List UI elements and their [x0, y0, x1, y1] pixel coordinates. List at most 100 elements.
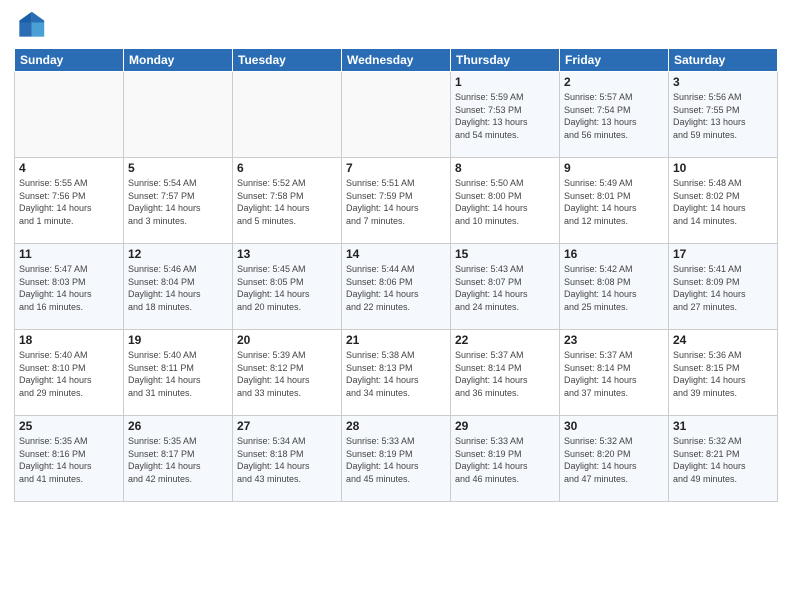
day-info: Sunrise: 5:42 AM Sunset: 8:08 PM Dayligh… [564, 263, 664, 313]
day-info: Sunrise: 5:47 AM Sunset: 8:03 PM Dayligh… [19, 263, 119, 313]
day-info: Sunrise: 5:50 AM Sunset: 8:00 PM Dayligh… [455, 177, 555, 227]
day-info: Sunrise: 5:38 AM Sunset: 8:13 PM Dayligh… [346, 349, 446, 399]
day-info: Sunrise: 5:37 AM Sunset: 8:14 PM Dayligh… [455, 349, 555, 399]
day-info: Sunrise: 5:37 AM Sunset: 8:14 PM Dayligh… [564, 349, 664, 399]
day-number: 6 [237, 161, 337, 175]
day-info: Sunrise: 5:44 AM Sunset: 8:06 PM Dayligh… [346, 263, 446, 313]
col-header-wednesday: Wednesday [342, 49, 451, 72]
calendar-week-4: 18Sunrise: 5:40 AM Sunset: 8:10 PM Dayli… [15, 330, 778, 416]
day-number: 15 [455, 247, 555, 261]
calendar-cell: 10Sunrise: 5:48 AM Sunset: 8:02 PM Dayli… [669, 158, 778, 244]
calendar-cell: 18Sunrise: 5:40 AM Sunset: 8:10 PM Dayli… [15, 330, 124, 416]
day-info: Sunrise: 5:33 AM Sunset: 8:19 PM Dayligh… [455, 435, 555, 485]
day-info: Sunrise: 5:48 AM Sunset: 8:02 PM Dayligh… [673, 177, 773, 227]
day-info: Sunrise: 5:49 AM Sunset: 8:01 PM Dayligh… [564, 177, 664, 227]
col-header-tuesday: Tuesday [233, 49, 342, 72]
calendar-cell: 9 Sunrise: 5:49 AM Sunset: 8:01 PM Daylig… [560, 158, 669, 244]
day-number: 23 [564, 333, 664, 347]
calendar-cell [233, 72, 342, 158]
day-number: 24 [673, 333, 773, 347]
day-number: 13 [237, 247, 337, 261]
calendar-cell: 5 Sunrise: 5:54 AM Sunset: 7:57 PM Daylig… [124, 158, 233, 244]
day-number: 29 [455, 419, 555, 433]
day-info: Sunrise: 5:40 AM Sunset: 8:11 PM Dayligh… [128, 349, 228, 399]
day-info: Sunrise: 5:55 AM Sunset: 7:56 PM Dayligh… [19, 177, 119, 227]
day-number: 31 [673, 419, 773, 433]
calendar-cell: 19 Sunrise: 5:40 AM Sunset: 8:11 PM Dayli… [124, 330, 233, 416]
day-info: Sunrise: 5:59 AM Sunset: 7:53 PM Dayligh… [455, 91, 555, 141]
day-number: 27 [237, 419, 337, 433]
day-info: Sunrise: 5:39 AM Sunset: 8:12 PM Dayligh… [237, 349, 337, 399]
day-info: Sunrise: 5:34 AM Sunset: 8:18 PM Dayligh… [237, 435, 337, 485]
calendar-cell: 29 Sunrise: 5:33 AM Sunset: 8:19 PM Dayli… [451, 416, 560, 502]
day-number: 11 [19, 247, 119, 261]
day-number: 26 [128, 419, 228, 433]
calendar-cell: 31 Sunrise: 5:32 AM Sunset: 8:21 PM Dayli… [669, 416, 778, 502]
day-number: 8 [455, 161, 555, 175]
calendar-cell: 23 Sunrise: 5:37 AM Sunset: 8:14 PM Dayli… [560, 330, 669, 416]
day-number: 3 [673, 75, 773, 89]
calendar-cell: 4 Sunrise: 5:55 AM Sunset: 7:56 PM Daylig… [15, 158, 124, 244]
day-info: Sunrise: 5:41 AM Sunset: 8:09 PM Dayligh… [673, 263, 773, 313]
day-number: 9 [564, 161, 664, 175]
day-number: 16 [564, 247, 664, 261]
calendar-cell: 28Sunrise: 5:33 AM Sunset: 8:19 PM Dayli… [342, 416, 451, 502]
calendar-cell: 17 Sunrise: 5:41 AM Sunset: 8:09 PM Dayli… [669, 244, 778, 330]
calendar-cell: 2 Sunrise: 5:57 AM Sunset: 7:54 PM Daylig… [560, 72, 669, 158]
col-header-sunday: Sunday [15, 49, 124, 72]
day-number: 7 [346, 161, 446, 175]
calendar: SundayMondayTuesdayWednesdayThursdayFrid… [14, 48, 778, 502]
day-info: Sunrise: 5:52 AM Sunset: 7:58 PM Dayligh… [237, 177, 337, 227]
day-number: 17 [673, 247, 773, 261]
day-number: 1 [455, 75, 555, 89]
calendar-cell: 24 Sunrise: 5:36 AM Sunset: 8:15 PM Dayli… [669, 330, 778, 416]
col-header-thursday: Thursday [451, 49, 560, 72]
day-info: Sunrise: 5:43 AM Sunset: 8:07 PM Dayligh… [455, 263, 555, 313]
day-number: 19 [128, 333, 228, 347]
day-info: Sunrise: 5:36 AM Sunset: 8:15 PM Dayligh… [673, 349, 773, 399]
calendar-cell: 20 Sunrise: 5:39 AM Sunset: 8:12 PM Dayli… [233, 330, 342, 416]
calendar-cell: 7 Sunrise: 5:51 AM Sunset: 7:59 PM Daylig… [342, 158, 451, 244]
calendar-cell: 22 Sunrise: 5:37 AM Sunset: 8:14 PM Dayli… [451, 330, 560, 416]
day-number: 25 [19, 419, 119, 433]
day-info: Sunrise: 5:51 AM Sunset: 7:59 PM Dayligh… [346, 177, 446, 227]
col-header-saturday: Saturday [669, 49, 778, 72]
day-number: 22 [455, 333, 555, 347]
calendar-cell: 12Sunrise: 5:46 AM Sunset: 8:04 PM Dayli… [124, 244, 233, 330]
calendar-cell: 6 Sunrise: 5:52 AM Sunset: 7:58 PM Daylig… [233, 158, 342, 244]
day-info: Sunrise: 5:32 AM Sunset: 8:21 PM Dayligh… [673, 435, 773, 485]
header [14, 10, 778, 42]
calendar-cell [124, 72, 233, 158]
calendar-cell: 3 Sunrise: 5:56 AM Sunset: 7:55 PM Daylig… [669, 72, 778, 158]
calendar-header-row: SundayMondayTuesdayWednesdayThursdayFrid… [15, 49, 778, 72]
col-header-friday: Friday [560, 49, 669, 72]
calendar-week-3: 11 Sunrise: 5:47 AM Sunset: 8:03 PM Dayli… [15, 244, 778, 330]
calendar-week-5: 25 Sunrise: 5:35 AM Sunset: 8:16 PM Dayli… [15, 416, 778, 502]
day-number: 21 [346, 333, 446, 347]
day-number: 5 [128, 161, 228, 175]
day-info: Sunrise: 5:35 AM Sunset: 8:16 PM Dayligh… [19, 435, 119, 485]
day-info: Sunrise: 5:56 AM Sunset: 7:55 PM Dayligh… [673, 91, 773, 141]
calendar-cell [15, 72, 124, 158]
calendar-cell: 21 Sunrise: 5:38 AM Sunset: 8:13 PM Dayli… [342, 330, 451, 416]
calendar-cell: 14 Sunrise: 5:44 AM Sunset: 8:06 PM Dayli… [342, 244, 451, 330]
day-info: Sunrise: 5:33 AM Sunset: 8:19 PM Dayligh… [346, 435, 446, 485]
calendar-cell: 27 Sunrise: 5:34 AM Sunset: 8:18 PM Dayli… [233, 416, 342, 502]
calendar-cell: 30Sunrise: 5:32 AM Sunset: 8:20 PM Dayli… [560, 416, 669, 502]
col-header-monday: Monday [124, 49, 233, 72]
day-info: Sunrise: 5:54 AM Sunset: 7:57 PM Dayligh… [128, 177, 228, 227]
calendar-cell: 15 Sunrise: 5:43 AM Sunset: 8:07 PM Dayli… [451, 244, 560, 330]
day-number: 14 [346, 247, 446, 261]
day-info: Sunrise: 5:45 AM Sunset: 8:05 PM Dayligh… [237, 263, 337, 313]
calendar-cell: 1 Sunrise: 5:59 AM Sunset: 7:53 PM Daylig… [451, 72, 560, 158]
logo-icon [14, 10, 46, 42]
day-number: 30 [564, 419, 664, 433]
calendar-week-2: 4 Sunrise: 5:55 AM Sunset: 7:56 PM Daylig… [15, 158, 778, 244]
day-number: 20 [237, 333, 337, 347]
day-info: Sunrise: 5:46 AM Sunset: 8:04 PM Dayligh… [128, 263, 228, 313]
day-number: 2 [564, 75, 664, 89]
calendar-cell: 8 Sunrise: 5:50 AM Sunset: 8:00 PM Daylig… [451, 158, 560, 244]
day-number: 4 [19, 161, 119, 175]
logo [14, 10, 50, 42]
day-info: Sunrise: 5:57 AM Sunset: 7:54 PM Dayligh… [564, 91, 664, 141]
